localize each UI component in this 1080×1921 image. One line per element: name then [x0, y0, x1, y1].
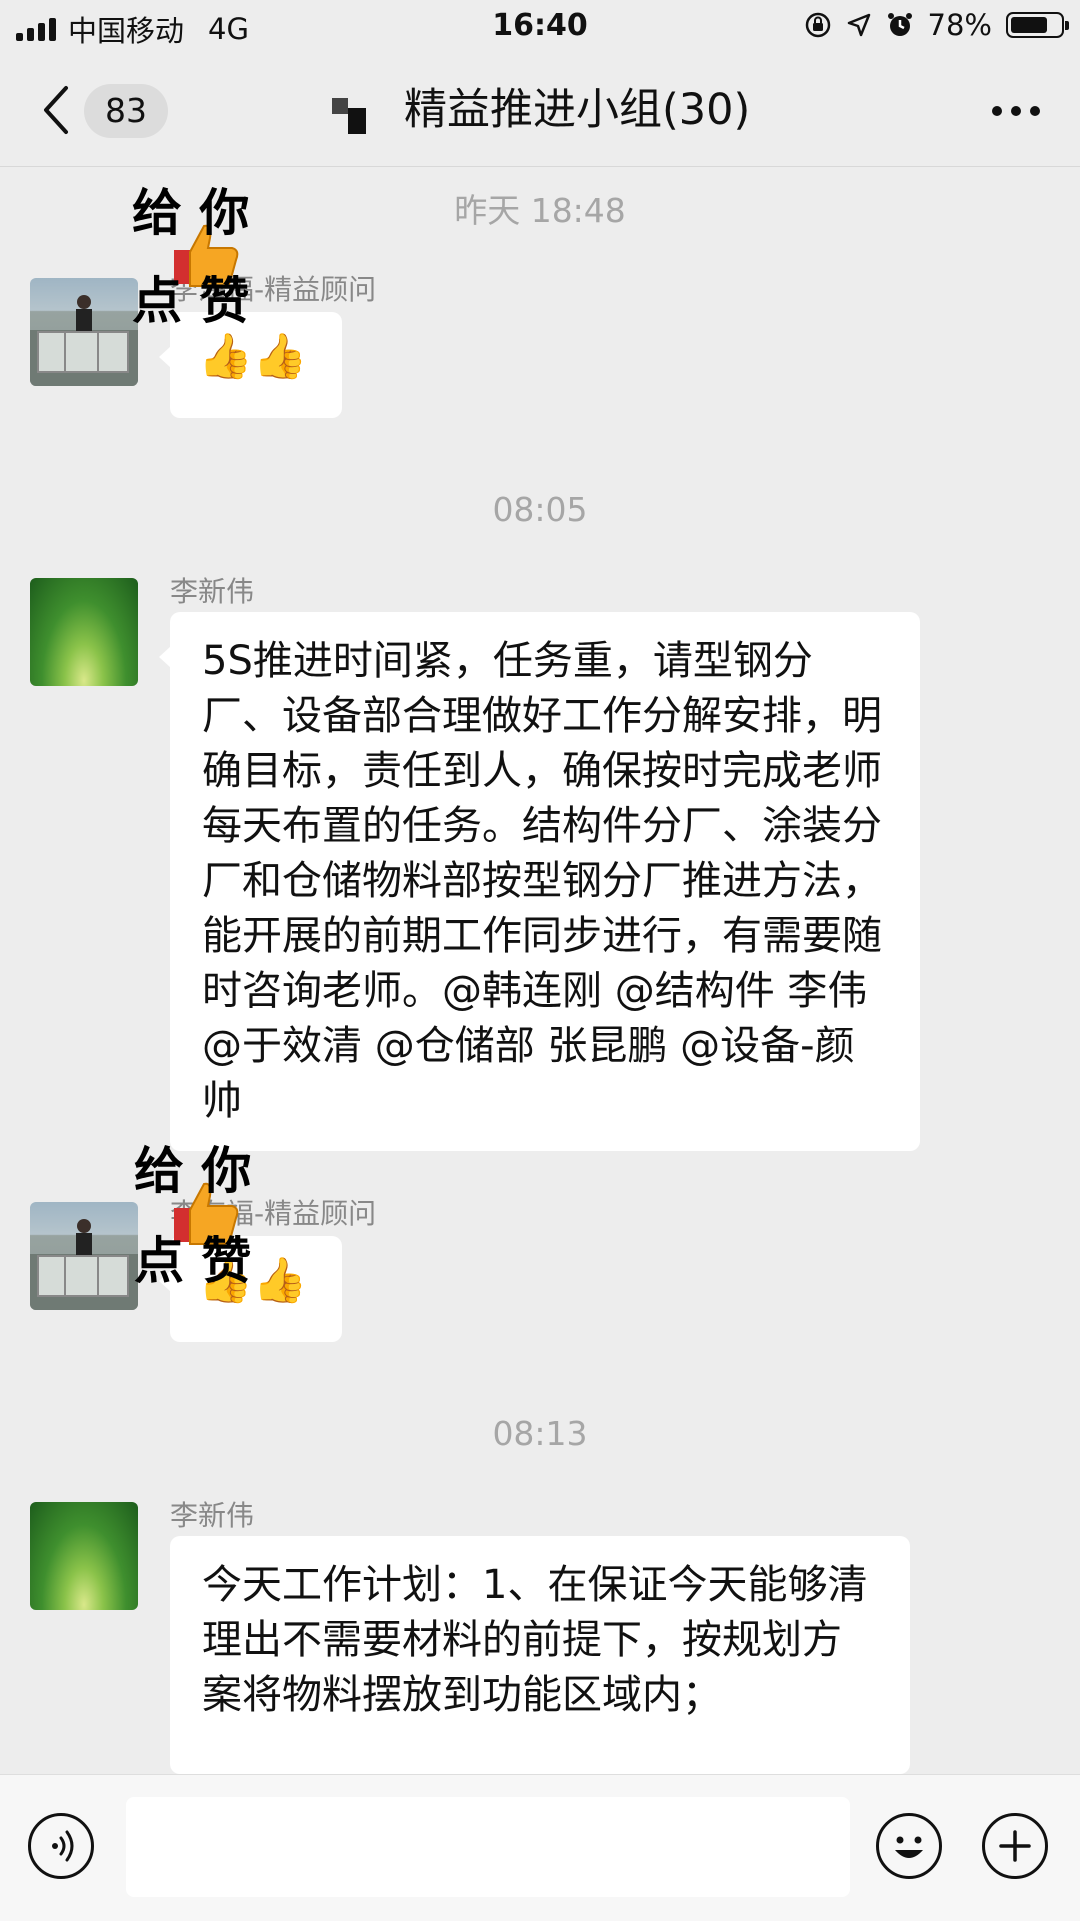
status-bar: 中国移动 4G 16:40 78%: [0, 0, 1080, 54]
location-arrow-icon: [847, 13, 870, 37]
unread-count-badge[interactable]: 83: [84, 84, 168, 138]
sticker-lettering: 点 赞: [132, 271, 250, 330]
alarm-icon: [887, 13, 912, 36]
like-sticker: 给 你 点 赞: [128, 180, 308, 340]
more-dots-icon[interactable]: [992, 106, 1040, 116]
chat-header: 83 精益推进小组(30): [0, 54, 1080, 167]
person-photo-icon: [30, 295, 138, 386]
chat-title[interactable]: 精益推进小组(30): [404, 80, 750, 140]
input-bar: [0, 1774, 1080, 1921]
status-right: 78%: [804, 8, 1069, 42]
text-message-bubble[interactable]: 今天工作计划：1、在保证今天能够清理出不需要材料的前提下，按规划方案将物料摆放到…: [170, 1536, 910, 1774]
timestamp-label: 08:05: [492, 490, 588, 529]
sticker-lettering: 点 赞: [134, 1231, 252, 1290]
group-avatar-icon: [332, 98, 366, 134]
avatar[interactable]: [30, 1502, 138, 1610]
battery-icon: [1006, 12, 1069, 38]
message-text: 今天工作计划：1、在保证今天能够清理出不需要材料的前提下，按规划方案将物料摆放到…: [202, 1562, 868, 1718]
avatar[interactable]: [30, 278, 138, 386]
message-input[interactable]: [126, 1797, 850, 1897]
like-sticker: 给 你 点 赞: [130, 1140, 310, 1300]
voice-icon[interactable]: [28, 1813, 94, 1879]
sticker-lettering: 给 你: [132, 183, 250, 242]
back-chevron-icon[interactable]: [38, 82, 78, 138]
message-text: 5S推进时间紧，任务重，请型钢分厂、设备部合理做好工作分解安排，明确目标，责任到…: [202, 638, 882, 1124]
plus-icon[interactable]: [982, 1813, 1048, 1879]
timestamp-label: 08:13: [492, 1414, 588, 1453]
emoji-icon[interactable]: [876, 1813, 942, 1879]
orientation-lock-icon: [805, 12, 830, 38]
sticker-lettering: 给 你: [134, 1141, 252, 1200]
smiley-face-icon: [895, 1836, 923, 1858]
battery-percent: 78%: [927, 8, 992, 42]
plus-sign-icon: [999, 1830, 1031, 1862]
voice-wave-icon: [52, 1830, 74, 1862]
sender-name: 李新伟: [170, 1499, 255, 1532]
avatar[interactable]: [30, 578, 138, 686]
person-photo-icon: [30, 1219, 138, 1310]
avatar[interactable]: [30, 1202, 138, 1310]
sender-name: 李新伟: [170, 575, 255, 608]
text-message-bubble[interactable]: 5S推进时间紧，任务重，请型钢分厂、设备部合理做好工作分解安排，明确目标，责任到…: [159, 612, 920, 1151]
